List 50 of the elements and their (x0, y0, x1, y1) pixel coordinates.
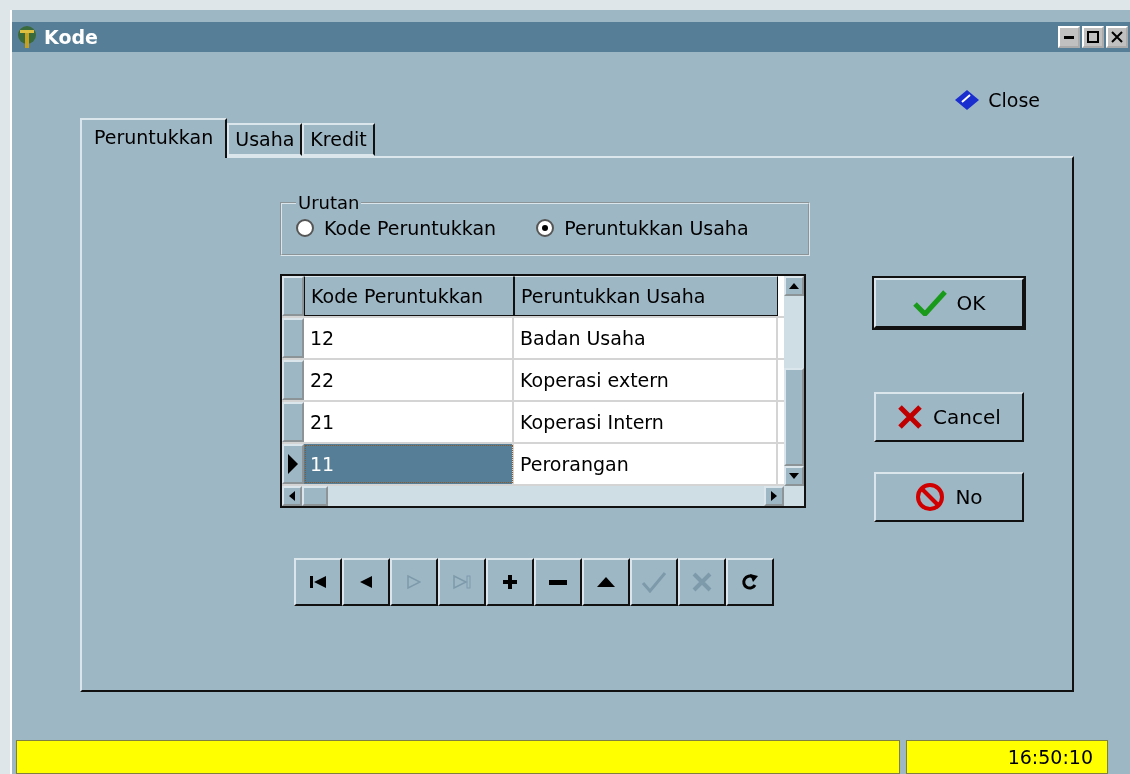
close-link[interactable]: Close (954, 82, 1040, 118)
navigator-button[interactable] (294, 558, 342, 606)
ok-button[interactable]: OK (874, 278, 1024, 328)
minimize-icon (1064, 35, 1074, 39)
tab[interactable]: Peruntukkan (80, 118, 228, 158)
minus-icon (549, 579, 567, 585)
close-icon (1111, 31, 1123, 43)
tab[interactable]: Usaha (227, 123, 303, 156)
window-title: Kode (44, 26, 99, 48)
current-row-icon (288, 454, 298, 474)
previous-record-icon (359, 574, 373, 590)
navigator-button[interactable] (534, 558, 582, 606)
navigator-button[interactable] (342, 558, 390, 606)
diamond-book-icon (954, 89, 981, 111)
minimize-button[interactable] (1058, 26, 1080, 48)
column-header[interactable]: Kode Peruntukkan (304, 276, 514, 316)
scroll-down-icon (789, 473, 799, 479)
column-header[interactable]: Peruntukkan Usaha (514, 276, 778, 316)
radio-button[interactable] (296, 219, 314, 237)
checkmark-icon (912, 290, 947, 316)
vertical-scrollbar[interactable] (784, 276, 804, 486)
close-button[interactable] (1106, 26, 1128, 48)
refresh-icon (741, 573, 759, 591)
up-triangle-icon (597, 577, 615, 587)
group-title: Urutan (297, 192, 361, 213)
navigator-button[interactable] (486, 558, 534, 606)
status-time: 16:50:10 (906, 740, 1108, 774)
maximize-icon (1087, 31, 1099, 43)
navigator-button[interactable] (582, 558, 630, 606)
maximize-button[interactable] (1082, 26, 1104, 48)
plus-icon (502, 574, 518, 590)
cancel-button[interactable]: Cancel (874, 392, 1024, 442)
cross-icon (692, 572, 712, 592)
prohibited-icon (915, 482, 946, 512)
first-record-icon (309, 574, 327, 590)
navigator-button[interactable] (726, 558, 774, 606)
table-cell: 11 (304, 444, 514, 484)
scroll-right-icon (771, 491, 777, 501)
scroll-left-icon (289, 491, 295, 501)
tab[interactable]: Kredit (302, 123, 375, 156)
radio-button[interactable] (536, 219, 555, 237)
checkmark-icon (641, 571, 667, 593)
app-icon (16, 25, 38, 49)
scroll-up-icon (789, 283, 799, 289)
no-button[interactable]: No (874, 472, 1024, 522)
scroll-thumb[interactable] (784, 368, 804, 466)
cross-icon (897, 404, 924, 430)
last-record-icon (453, 574, 471, 590)
scroll-thumb[interactable] (302, 486, 328, 506)
next-record-icon (407, 574, 421, 590)
